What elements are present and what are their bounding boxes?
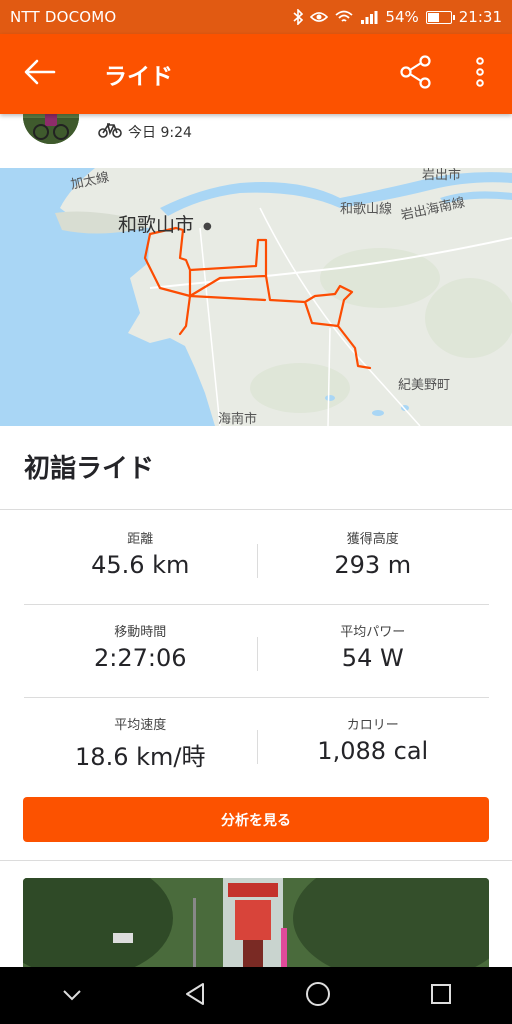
stat-label: 移動時間 — [114, 625, 167, 640]
stat-avg-power: 平均パワー 54 W — [256, 605, 490, 697]
stat-label: 距離 — [127, 532, 154, 547]
map-label-wakayama-city: 和歌山市 — [118, 214, 195, 236]
stats-row: 平均速度 18.6 km/時 カロリー 1,088 cal — [24, 698, 489, 791]
map-label-wakayama-line: 和歌山線 — [340, 202, 393, 217]
stat-calories: カロリー 1,088 cal — [256, 698, 490, 791]
stat-label: 獲得高度 — [346, 532, 399, 547]
stat-moving-time: 移動時間 2:27:06 — [24, 605, 257, 697]
activity-meta: 今日 9:24 — [98, 122, 192, 142]
map-city-dot: ● — [203, 221, 212, 232]
bluetooth-icon — [293, 9, 304, 25]
stats-grid: 距離 45.6 km 獲得高度 293 m 移動時間 2:27:06 平均パワー… — [24, 512, 489, 791]
activity-header: 今日 9:24 — [0, 88, 512, 168]
battery-percent: 54% — [385, 8, 419, 26]
clock: 21:31 — [458, 8, 502, 26]
eye-icon — [310, 11, 329, 23]
system-nav-bar — [0, 967, 512, 1024]
share-icon — [399, 55, 433, 93]
status-bar: NTT DOCOMO 54% 21:31 — [0, 0, 512, 34]
stats-row: 距離 45.6 km 獲得高度 293 m — [24, 512, 489, 605]
route-map[interactable]: 和歌山市 ● 加太線 和歌山線 岩出海南線 岩出市 紀美野町 海南市 — [0, 168, 512, 426]
divider — [0, 860, 512, 861]
stat-label: 平均速度 — [114, 718, 167, 733]
recents-square-icon — [430, 983, 452, 1009]
activity-title: 初詣ライド — [24, 454, 155, 484]
map-label-iwade-city: 岩出市 — [422, 168, 462, 183]
wifi-icon — [335, 10, 354, 24]
analyze-button[interactable]: 分析を見る — [23, 797, 489, 842]
status-icons: 54% 21:31 — [293, 8, 502, 26]
stats-row: 移動時間 2:27:06 平均パワー 54 W — [24, 605, 489, 698]
stat-value: 2:27:06 — [93, 644, 187, 672]
stat-value: 18.6 km/時 — [75, 743, 206, 771]
divider — [0, 509, 512, 510]
map-label-kimino: 紀美野町 — [398, 378, 451, 393]
carrier-name: NTT DOCOMO — [10, 8, 117, 26]
back-arrow-icon — [24, 59, 56, 89]
home-circle-icon — [305, 981, 331, 1011]
app-bar: ライド — [0, 34, 512, 114]
stat-distance: 距離 45.6 km — [24, 512, 257, 604]
stat-avg-speed: 平均速度 18.6 km/時 — [24, 698, 257, 791]
battery-icon — [425, 10, 455, 24]
more-vert-icon — [476, 57, 484, 91]
stat-value: 293 m — [334, 551, 412, 579]
nav-back-button[interactable] — [165, 967, 225, 1024]
activity-photo[interactable] — [23, 878, 489, 978]
back-triangle-icon — [184, 982, 206, 1010]
nav-home-button[interactable] — [288, 967, 348, 1024]
more-options-button[interactable] — [448, 34, 512, 114]
page-title: ライド — [104, 64, 173, 90]
map-label-kainan: 海南市 — [218, 412, 258, 426]
stat-value: 1,088 cal — [317, 737, 429, 765]
bike-icon — [98, 122, 122, 142]
signal-icon — [360, 10, 378, 24]
stat-value: 45.6 km — [91, 551, 190, 579]
stat-label: カロリー — [346, 718, 399, 733]
activity-date: 今日 9:24 — [128, 125, 192, 141]
stat-value: 54 W — [341, 644, 404, 672]
nav-hide-button[interactable] — [42, 967, 102, 1024]
back-button[interactable] — [0, 34, 80, 114]
stat-elevation: 獲得高度 293 m — [256, 512, 490, 604]
stat-label: 平均パワー — [340, 625, 406, 640]
chevron-down-icon — [62, 986, 82, 1005]
share-button[interactable] — [384, 34, 448, 114]
nav-recents-button[interactable] — [411, 967, 471, 1024]
